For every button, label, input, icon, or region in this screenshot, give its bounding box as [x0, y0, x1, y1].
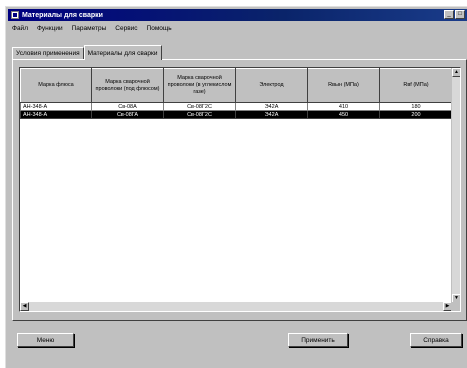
tab-strip: Условия применения Материалы для сварки — [12, 45, 162, 60]
scroll-up-icon[interactable]: ▲ — [452, 68, 460, 77]
menu-button[interactable]: Меню — [17, 333, 74, 347]
cell-flux[interactable]: АН-348-А — [20, 110, 92, 119]
menu-file[interactable]: Файл — [12, 25, 28, 32]
maximize-button[interactable]: □ — [455, 10, 465, 19]
cell-electrode[interactable]: Э42А — [235, 102, 308, 111]
title-bar[interactable]: Материалы для сварки _ □ — [8, 9, 467, 21]
window-title: Материалы для сварки — [22, 11, 103, 19]
cell-rvyn[interactable]: 410 — [307, 102, 380, 111]
col-header-wire-co2[interactable]: Марка сварочной проволоки (в углекислом … — [163, 68, 236, 103]
cell-rwf[interactable]: 180 — [379, 102, 453, 111]
menu-service[interactable]: Сервис — [115, 25, 137, 32]
col-header-wire-flux[interactable]: Марка сварочной проволоки (под флюсом) — [91, 68, 164, 103]
col-header-flux[interactable]: Марка флюса — [20, 68, 92, 103]
scroll-left-icon[interactable]: ◀ — [20, 302, 29, 311]
menu-parameters[interactable]: Параметры — [72, 25, 107, 32]
cell-wire-co2[interactable]: Св-08Г2С — [163, 110, 236, 119]
vertical-scrollbar[interactable]: ▲ ▼ — [451, 68, 460, 303]
window-controls: _ □ — [444, 10, 465, 19]
cell-wire-co2[interactable]: Св-08Г2С — [163, 102, 236, 111]
menu-bar: Файл Функции Параметры Сервис Помощь — [8, 23, 467, 33]
cell-flux[interactable]: АН-348-А — [20, 102, 92, 111]
col-header-electrode[interactable]: Электрод — [235, 68, 308, 103]
menu-help[interactable]: Помощь — [147, 25, 172, 32]
main-window: Материалы для сварки _ □ Файл Функции Па… — [5, 6, 467, 368]
table-row-selected[interactable]: АН-348-А Св-08ГА Св-08Г2С Э42А 450 200 — [20, 110, 453, 119]
app-icon — [11, 11, 19, 19]
cell-wire-flux[interactable]: Св-08ГА — [91, 110, 164, 119]
materials-grid: Марка флюса Марка сварочной проволоки (п… — [19, 67, 461, 312]
materials-table: Марка флюса Марка сварочной проволоки (п… — [20, 68, 453, 119]
cell-electrode[interactable]: Э42А — [235, 110, 308, 119]
minimize-button[interactable]: _ — [444, 10, 454, 19]
scroll-corner — [451, 302, 460, 311]
cell-rvyn[interactable]: 450 — [307, 110, 380, 119]
horizontal-scrollbar[interactable]: ◀ ▶ — [20, 302, 452, 311]
apply-button[interactable]: Применить — [288, 333, 348, 347]
col-header-rvyn[interactable]: Rвын (МПа) — [307, 68, 380, 103]
table-row[interactable]: АН-348-А Св-08А Св-08Г2С Э42А 410 180 — [20, 102, 453, 111]
menu-functions[interactable]: Функции — [37, 25, 63, 32]
tab-materials[interactable]: Материалы для сварки — [83, 45, 162, 60]
cell-rwf[interactable]: 200 — [379, 110, 453, 119]
cell-wire-flux[interactable]: Св-08А — [91, 102, 164, 111]
table-header-row: Марка флюса Марка сварочной проволоки (п… — [20, 68, 453, 103]
col-header-rwf[interactable]: Rвf (МПа) — [379, 68, 453, 103]
help-button[interactable]: Справка — [410, 333, 462, 347]
